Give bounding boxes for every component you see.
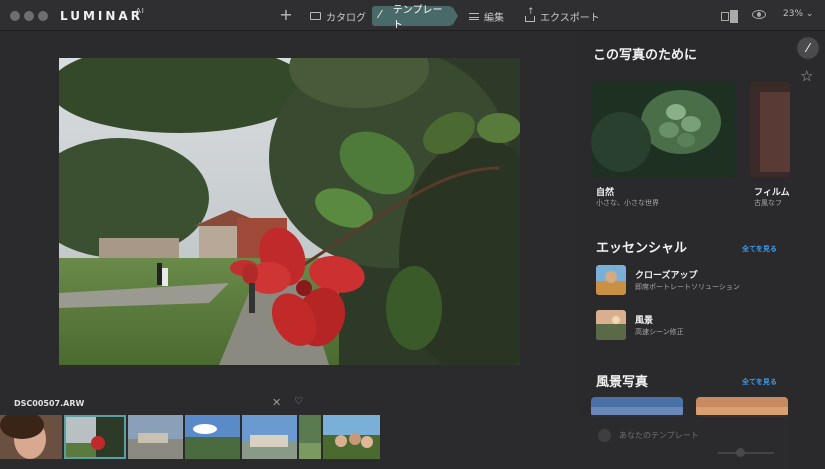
my-templates-label: あなたのテンプレート: [619, 431, 699, 440]
landscape-section-title: 風景写真: [596, 375, 649, 390]
essentials-item-landscape[interactable]: 風景 高速シーン修正: [596, 310, 786, 342]
landscape-see-all-link[interactable]: 全てを見る: [742, 377, 777, 387]
add-photos-button[interactable]: +: [278, 6, 294, 24]
tab-edit-label: 編集: [484, 12, 504, 24]
app-logo-suffix: AI: [136, 7, 145, 15]
my-templates-row[interactable]: あなたのテンプレート: [598, 429, 699, 442]
reject-icon[interactable]: ✕: [272, 396, 281, 409]
title-bar: LUMINAR AI + カタログ テンプレート 編集 エクスポート 23% ⌄: [0, 0, 825, 31]
photo-canvas: DSC00507.ARW ✕ ♡: [0, 31, 578, 469]
template-card-nature-subtitle: 小さな、小さな世界: [596, 199, 659, 207]
essentials-item-closeup[interactable]: クローズアップ 即席ポートレートソリューション: [596, 265, 786, 297]
tab-catalog[interactable]: カタログ: [304, 6, 372, 26]
landscape-thumbnail: [596, 310, 626, 340]
eye-icon[interactable]: [752, 10, 766, 19]
panel-footer: [578, 415, 790, 469]
template-card-film[interactable]: [750, 82, 790, 177]
templates-panel: この写真のために 自然 小さな、小さな世界 フィルム 古風なフ エッセンシャル …: [578, 31, 790, 469]
folder-icon: [310, 12, 321, 20]
star-icon[interactable]: ☆: [800, 67, 813, 85]
export-icon: [525, 7, 535, 22]
filmstrip-thumb[interactable]: [0, 415, 62, 459]
filmstrip-thumb[interactable]: [323, 415, 380, 459]
favorite-heart-icon[interactable]: ♡: [294, 396, 303, 407]
for-this-photo-title: この写真のために: [593, 48, 698, 63]
filmstrip-thumb[interactable]: [128, 415, 183, 459]
filmstrip-thumb-selected[interactable]: [64, 415, 126, 459]
template-card-film-title: フィルム: [754, 188, 790, 198]
zoom-value: 23%: [783, 9, 804, 19]
tab-templates-label: テンプレート: [392, 5, 443, 31]
sliders-icon: [469, 12, 479, 20]
essentials-title: エッセンシャル: [596, 241, 688, 256]
tab-templates[interactable]: テンプレート: [372, 5, 458, 31]
magic-wand-icon[interactable]: ⁄: [797, 37, 819, 59]
closeup-subtitle: 即席ポートレートソリューション: [635, 283, 740, 291]
app-logo: LUMINAR: [60, 9, 143, 23]
landscape-card[interactable]: [696, 397, 788, 417]
tab-export-label: エクスポート: [540, 12, 600, 24]
my-templates-toggle[interactable]: [598, 429, 611, 442]
window-zoom-button[interactable]: [38, 11, 48, 21]
window-close-button[interactable]: [10, 11, 20, 21]
filmstrip: [0, 415, 381, 459]
tab-export[interactable]: エクスポート: [519, 6, 606, 26]
amount-slider-knob[interactable]: [736, 448, 745, 457]
zoom-dropdown[interactable]: 23% ⌄: [783, 9, 813, 19]
template-card-nature-title: 自然: [596, 188, 615, 198]
tab-catalog-label: カタログ: [326, 12, 366, 24]
right-tool-rail: ⁄ ☆: [790, 31, 825, 469]
filmstrip-thumb[interactable]: [242, 415, 297, 459]
landscape-subtitle: 高速シーン修正: [635, 328, 684, 336]
template-card-film-subtitle: 古風なフ: [754, 199, 782, 207]
closeup-title: クローズアップ: [635, 271, 698, 281]
amount-slider-track[interactable]: [718, 452, 774, 454]
tab-edit[interactable]: 編集: [463, 6, 510, 26]
essentials-see-all-link[interactable]: 全てを見る: [742, 244, 777, 254]
photo-filename: DSC00507.ARW: [14, 399, 85, 408]
landscape-card[interactable]: [591, 397, 683, 417]
magic-wand-icon: [378, 8, 388, 21]
template-card-nature[interactable]: [591, 82, 736, 177]
filmstrip-thumb[interactable]: [185, 415, 240, 459]
main-photo[interactable]: [59, 58, 520, 365]
filmstrip-thumb[interactable]: [299, 415, 321, 459]
landscape-title: 風景: [635, 316, 654, 326]
closeup-thumbnail: [596, 265, 626, 295]
window-minimize-button[interactable]: [24, 11, 34, 21]
compare-icon[interactable]: [721, 10, 738, 23]
